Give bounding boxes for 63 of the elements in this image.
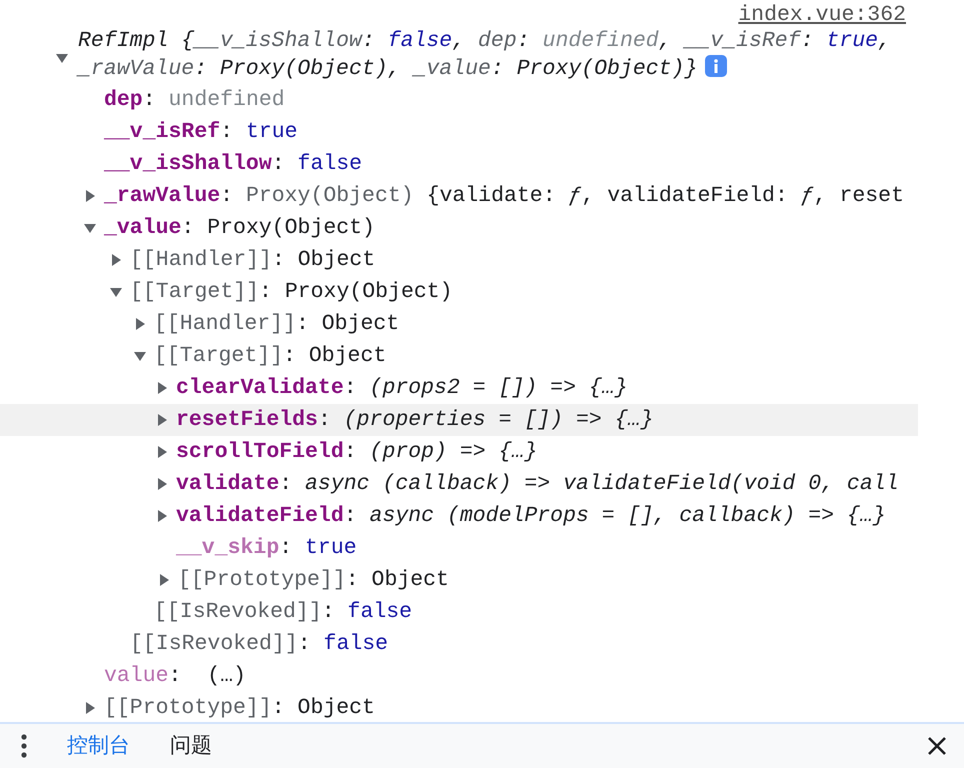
property-key: clearValidate [176, 376, 344, 400]
property-key: _value [104, 216, 182, 240]
property-value: : Object [272, 248, 376, 272]
property-key: [[IsRevoked]] [130, 632, 298, 656]
property-key: [[IsRevoked]] [154, 600, 322, 624]
property-key: [[Handler]] [154, 312, 296, 336]
property-value: : (prop) => {…} [344, 440, 538, 464]
property-key: [[Prototype]] [104, 696, 272, 720]
property-value: : true [220, 120, 298, 144]
expand-arrow-icon[interactable] [83, 701, 97, 715]
property-value: : Object [272, 696, 375, 720]
expand-arrow-icon[interactable] [133, 317, 147, 331]
property-value: : undefined [142, 88, 285, 112]
expand-arrow-icon[interactable] [109, 285, 123, 299]
property-value: : (…) [168, 664, 246, 688]
property-key: validate [176, 472, 280, 496]
property-key: __v_isShallow [104, 152, 272, 176]
expand-arrow-icon[interactable] [155, 413, 169, 427]
expand-arrow-icon[interactable] [133, 349, 147, 363]
expand-arrow-icon[interactable] [155, 509, 169, 523]
property-value: : async (callback) => validateField(void 0, call [279, 472, 899, 496]
property-value: : Proxy(Object) [181, 216, 375, 240]
property-key: _rawValue [104, 184, 220, 208]
expand-arrow-icon[interactable] [55, 51, 69, 65]
property-value: : Object [283, 344, 386, 368]
panel-tab[interactable]: 问题 [150, 724, 232, 768]
property-key: [[Target]] [130, 280, 260, 304]
property-value: : Object [296, 312, 400, 336]
property-value: : false [272, 152, 362, 176]
expand-arrow-icon[interactable] [155, 477, 169, 491]
info-icon[interactable] [705, 55, 728, 77]
source-link[interactable]: index.vue:362 [738, 2, 906, 28]
property-key: __v_skip [176, 536, 280, 560]
property-key: value [104, 664, 169, 688]
property-value: : false [298, 632, 388, 656]
property-key: [[Handler]] [130, 248, 272, 272]
object-summary-line: _rawValue: Proxy(Object), _value: Proxy(Object)} [78, 57, 698, 81]
expand-arrow-icon[interactable] [83, 221, 97, 235]
property-key: [[Target]] [154, 344, 284, 368]
property-value: : Object [346, 568, 449, 592]
expand-arrow-icon[interactable] [155, 445, 169, 459]
property-value: : false [322, 600, 412, 624]
expand-arrow-icon[interactable] [157, 573, 171, 587]
property-value: : (properties = []) => {…} [318, 408, 654, 432]
property-key: [[Prototype]] [178, 568, 346, 592]
panel-tab[interactable]: 控制台 [47, 724, 150, 768]
expand-arrow-icon[interactable] [155, 381, 169, 395]
highlighted-row[interactable]: resetFields: (properties = []) => {…} [0, 404, 918, 436]
object-summary-line: RefImpl {__v_isShallow: false, dep: undefined, __v_isRef: true, [78, 29, 891, 53]
expand-arrow-icon[interactable] [83, 189, 97, 203]
property-value: : (props2 = []) => {…} [344, 376, 628, 400]
close-icon[interactable] [927, 736, 947, 756]
expand-arrow-icon[interactable] [109, 253, 123, 267]
property-key: scrollToField [176, 440, 344, 464]
property-key: resetFields [176, 408, 318, 432]
property-value: : Proxy(Object) [259, 280, 453, 304]
property-key: validateField [176, 504, 344, 528]
property-value: : async (modelProps = [], callback) => {…} [344, 504, 886, 528]
property-key: __v_isRef [104, 120, 220, 144]
more-menu-icon[interactable] [21, 734, 27, 758]
property-value: : true [279, 536, 357, 560]
property-value: : Proxy(Object) {validate: ƒ, validateField: ƒ, reset [220, 184, 904, 208]
property-key: dep [104, 88, 143, 112]
